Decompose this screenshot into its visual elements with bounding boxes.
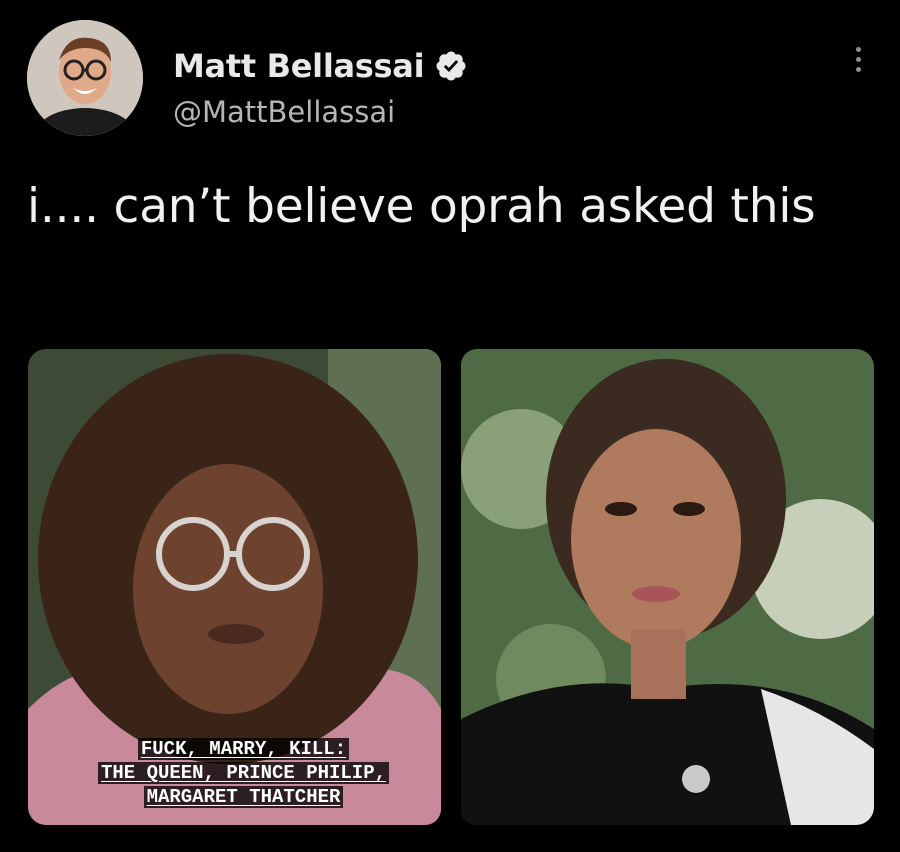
tweet-header: Matt Bellassai @MattBellassai bbox=[27, 20, 877, 140]
verified-badge-icon bbox=[434, 49, 468, 83]
caption-line: FUCK, MARRY, KILL: bbox=[137, 738, 350, 760]
display-name[interactable]: Matt Bellassai bbox=[173, 47, 425, 85]
media-image-left[interactable]: FUCK, MARRY, KILL: THE QUEEN, PRINCE PHI… bbox=[28, 349, 441, 825]
video-caption: FUCK, MARRY, KILL: THE QUEEN, PRINCE PHI… bbox=[46, 737, 441, 809]
caption-line: THE QUEEN, PRINCE PHILIP, bbox=[97, 762, 390, 784]
avatar[interactable] bbox=[27, 20, 143, 136]
name-row: Matt Bellassai bbox=[173, 47, 468, 85]
more-options-icon[interactable] bbox=[851, 42, 865, 82]
caption-line: MARGARET THATCHER bbox=[143, 786, 344, 808]
handle[interactable]: @MattBellassai bbox=[173, 95, 395, 129]
media-image-right[interactable] bbox=[461, 349, 874, 825]
tweet-text: i.... can’t believe oprah asked this bbox=[27, 179, 816, 234]
tweet-media[interactable]: FUCK, MARRY, KILL: THE QUEEN, PRINCE PHI… bbox=[28, 349, 874, 825]
